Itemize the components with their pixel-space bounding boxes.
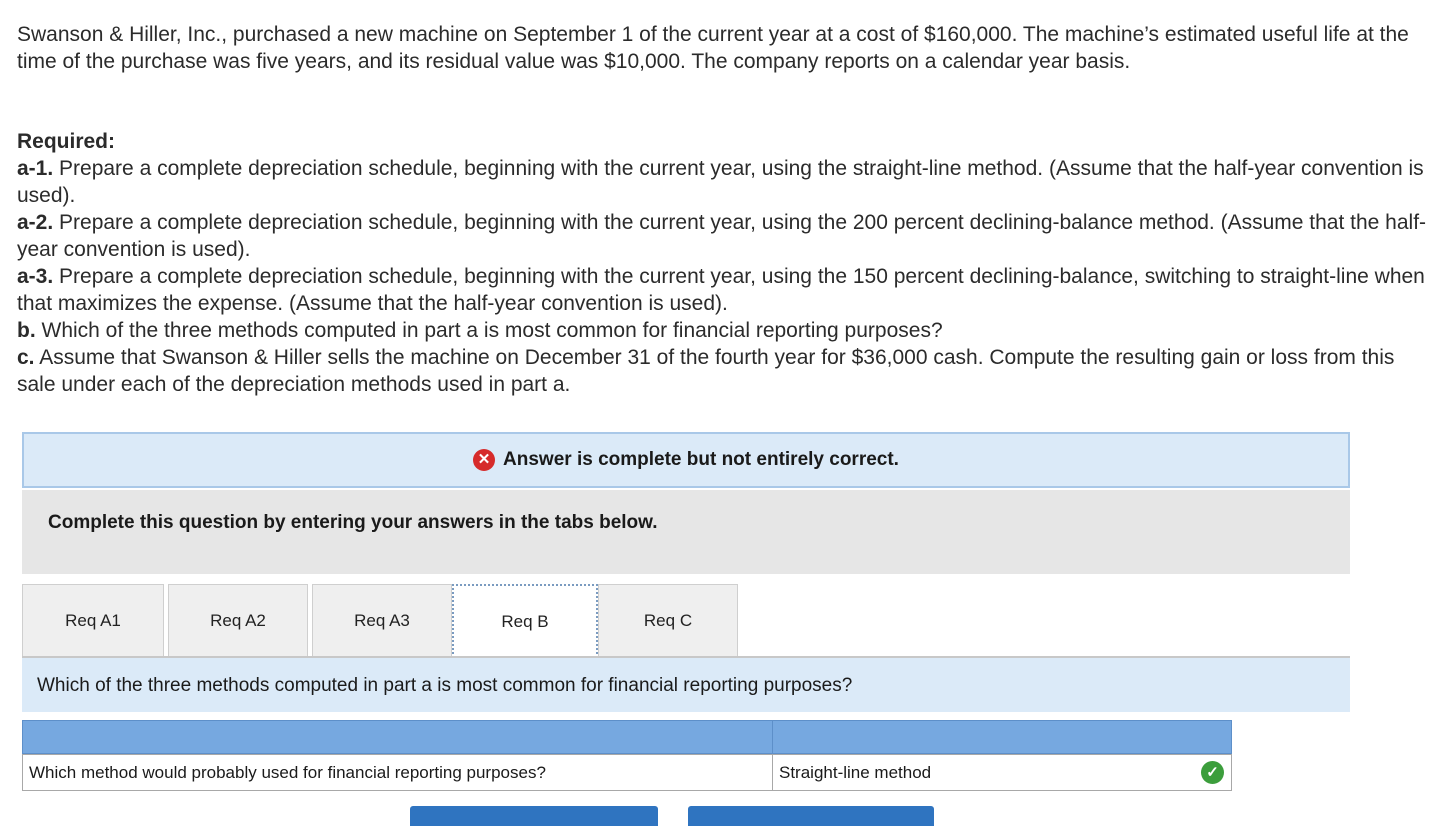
problem-intro: Swanson & Hiller, Inc., purchased a new … xyxy=(17,23,1409,73)
item-text: Which of the three methods computed in p… xyxy=(35,319,943,342)
required-item-a1: a-1. Prepare a complete depreciation sch… xyxy=(17,155,1432,209)
item-label: a-1. xyxy=(17,157,54,180)
item-text: Prepare a complete depreciation schedule… xyxy=(17,211,1427,261)
required-heading: Required: xyxy=(17,130,116,153)
required-item-a3: a-3. Prepare a complete depreciation sch… xyxy=(17,263,1432,317)
item-label: b. xyxy=(17,319,36,342)
question-prompt: Which of the three methods computed in p… xyxy=(22,658,1350,712)
answer-status-banner: ✕ Answer is complete but not entirely co… xyxy=(22,432,1350,488)
answer-table: Which method would probably used for fin… xyxy=(22,720,1232,792)
item-text: Assume that Swanson & Hiller sells the m… xyxy=(17,346,1395,396)
instruction-text: Complete this question by entering your … xyxy=(48,512,658,533)
item-text: Prepare a complete depreciation schedule… xyxy=(17,157,1424,207)
answer-field[interactable]: Straight-line method ✓ xyxy=(772,754,1232,791)
tab-req-a2[interactable]: Req A2 xyxy=(168,584,308,656)
required-item-a2: a-2. Prepare a complete depreciation sch… xyxy=(17,209,1432,263)
tab-req-c[interactable]: Req C xyxy=(598,584,738,656)
question-text: Which of the three methods computed in p… xyxy=(37,675,853,696)
check-circle-icon: ✓ xyxy=(1201,761,1224,784)
tab-req-a1[interactable]: Req A1 xyxy=(22,584,164,656)
table-header-cell xyxy=(22,720,774,754)
x-circle-icon: ✕ xyxy=(473,449,496,471)
item-label: a-2. xyxy=(17,211,54,234)
item-text: Prepare a complete depreciation schedule… xyxy=(17,265,1425,315)
required-item-c: c. Assume that Swanson & Hiller sells th… xyxy=(17,344,1432,398)
required-item-b: b. Which of the three methods computed i… xyxy=(17,317,1432,344)
tab-req-b[interactable]: Req B xyxy=(452,584,598,658)
table-header-cell xyxy=(772,720,1232,754)
banner-text: Answer is complete but not entirely corr… xyxy=(503,449,899,470)
question-row-label: Which method would probably used for fin… xyxy=(22,754,774,791)
tab-req-a3[interactable]: Req A3 xyxy=(312,584,452,656)
answer-value: Straight-line method xyxy=(779,763,932,782)
next-button[interactable] xyxy=(688,806,934,826)
required-section: Required: a-1. Prepare a complete deprec… xyxy=(17,128,1432,398)
instruction-bar: Complete this question by entering your … xyxy=(22,490,1350,574)
item-label: c. xyxy=(17,346,35,369)
item-label: a-3. xyxy=(17,265,54,288)
prev-button[interactable] xyxy=(410,806,658,826)
